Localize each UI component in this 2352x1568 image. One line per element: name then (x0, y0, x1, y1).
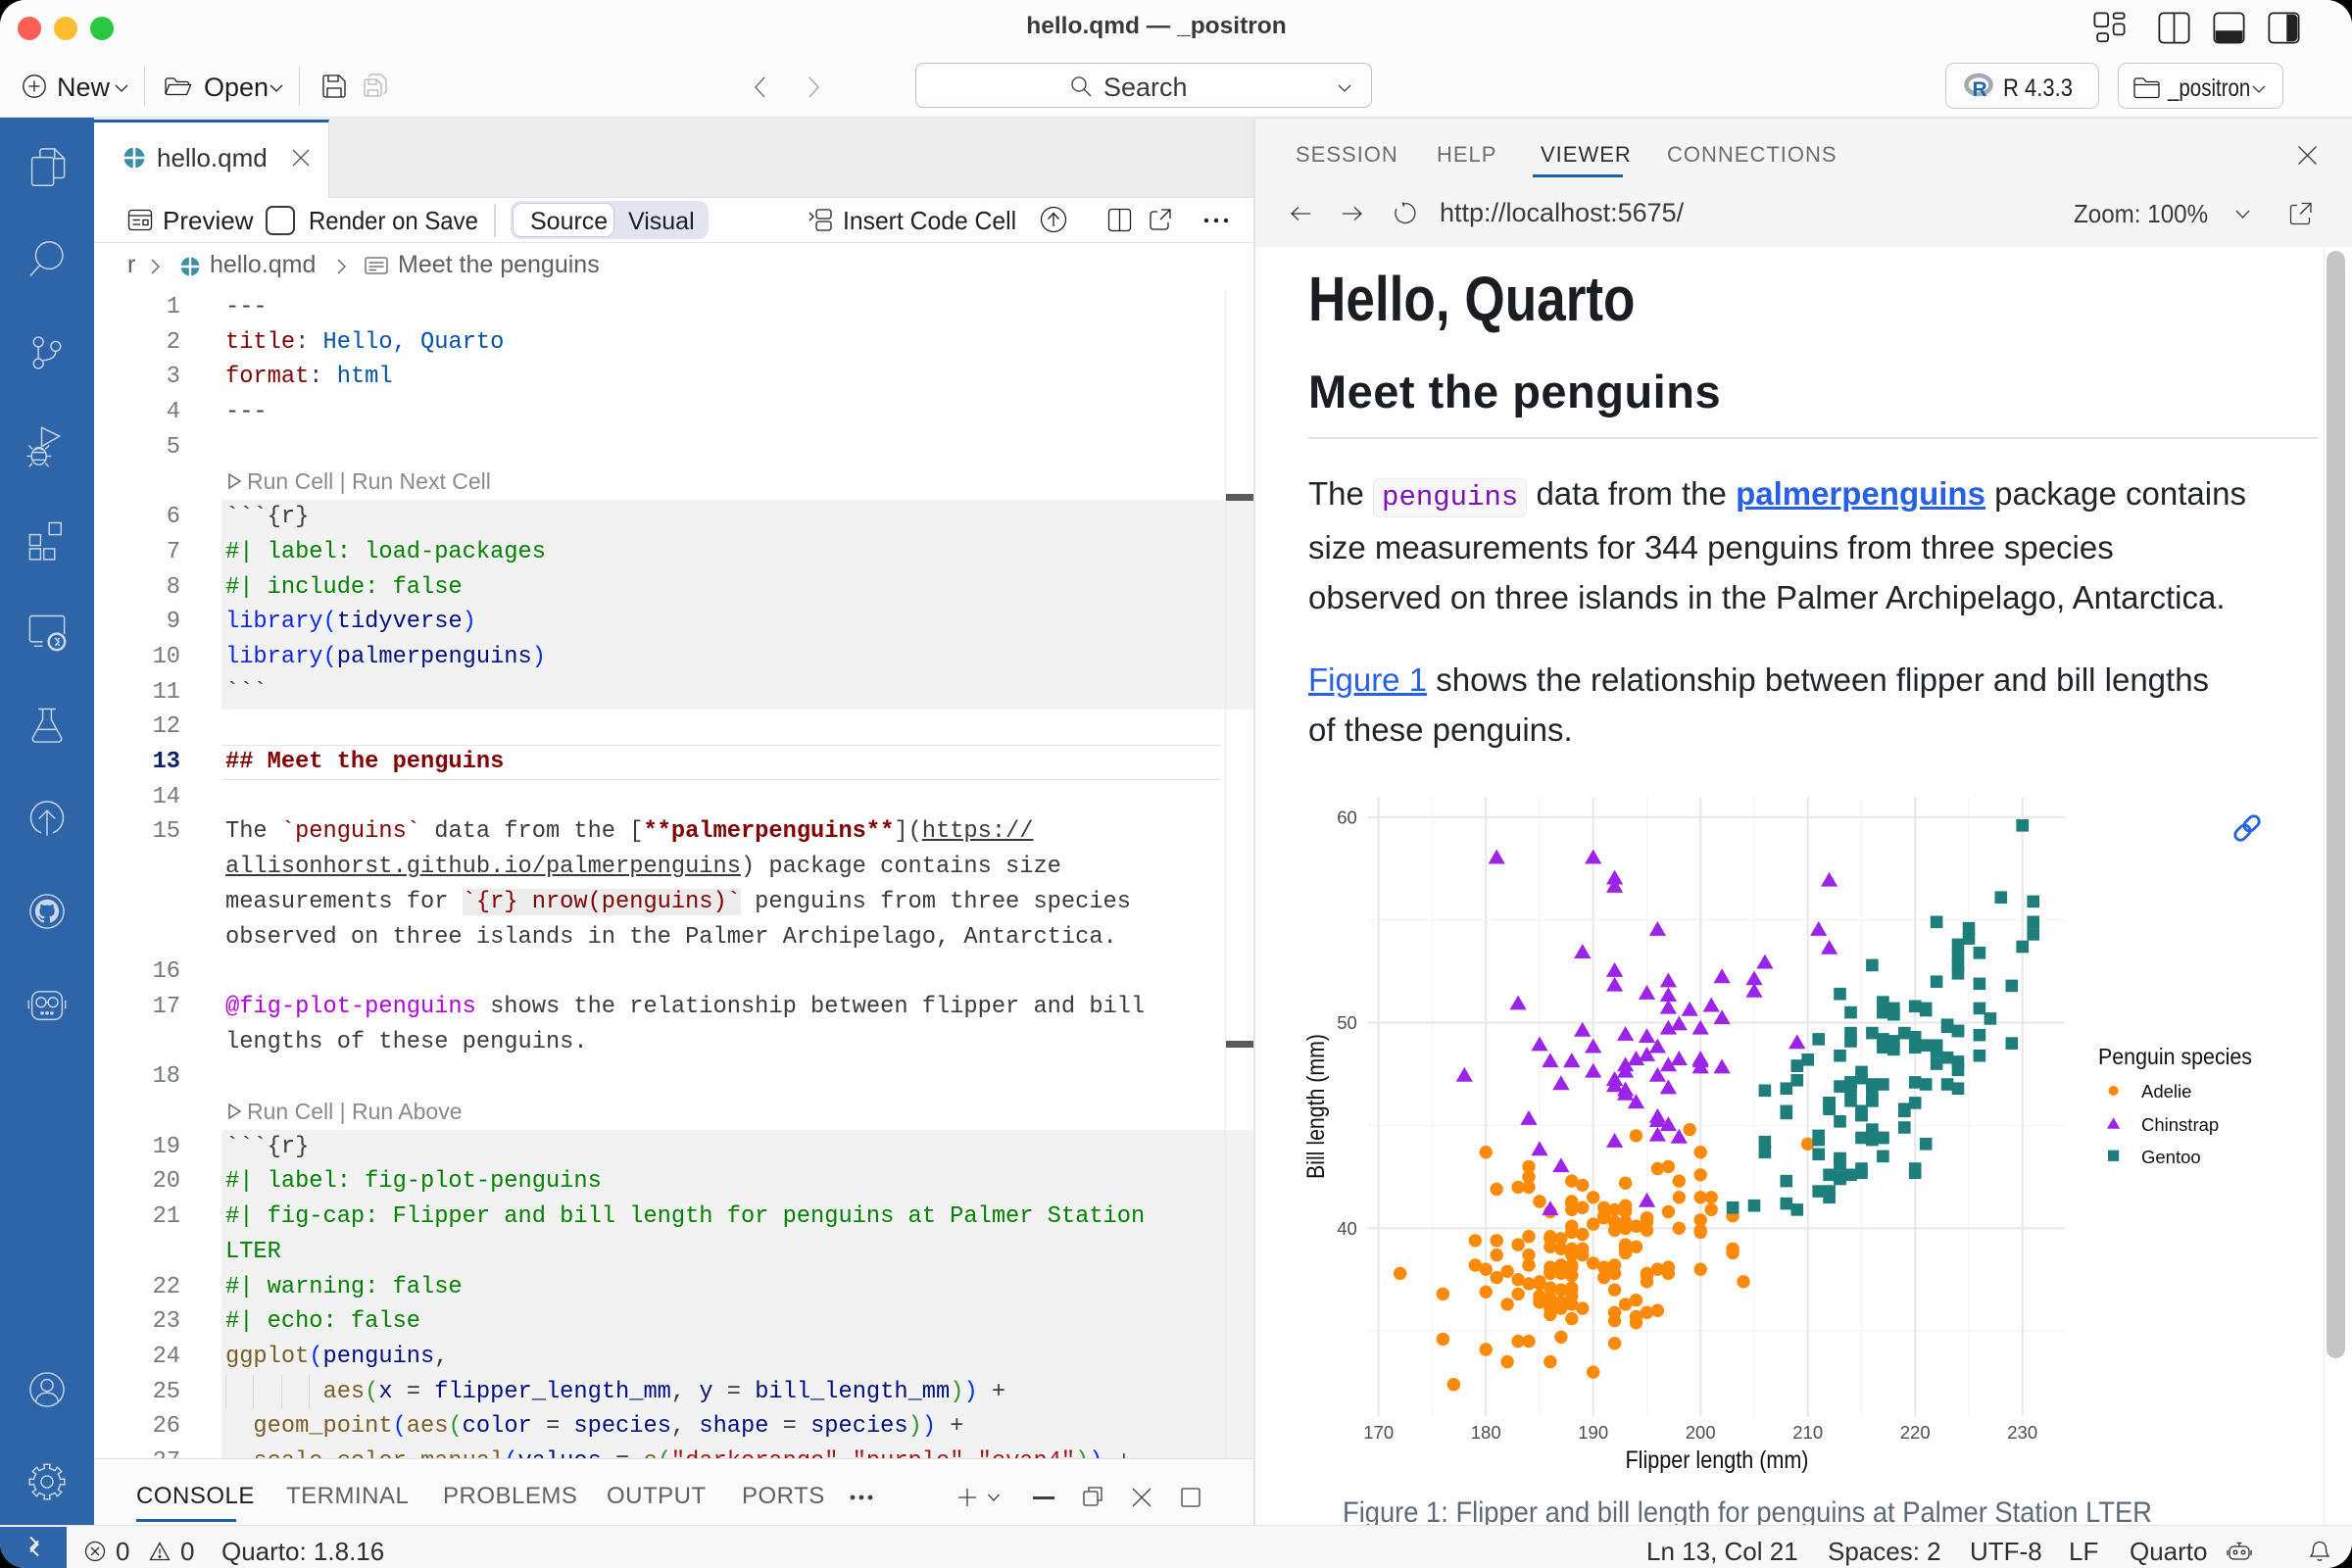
svg-text:Adelie: Adelie (2141, 1081, 2191, 1102)
svg-text:180: 180 (1471, 1422, 1501, 1443)
svg-text:60: 60 (1337, 807, 1357, 827)
svg-text:Bill length (mm): Bill length (mm) (1302, 1034, 1330, 1179)
svg-text:Gentoo: Gentoo (2141, 1147, 2201, 1167)
svg-text:220: 220 (1900, 1422, 1931, 1443)
svg-text:200: 200 (1686, 1422, 1716, 1443)
svg-text:230: 230 (2007, 1422, 2037, 1443)
svg-text:50: 50 (1337, 1012, 1357, 1033)
svg-text:R: R (1973, 78, 1987, 98)
svg-text:Penguin species: Penguin species (2098, 1044, 2252, 1069)
svg-text:170: 170 (1363, 1422, 1394, 1443)
svg-text:Flipper length (mm): Flipper length (mm) (1626, 1446, 1809, 1474)
svg-text:210: 210 (1792, 1422, 1823, 1443)
svg-text:Chinstrap: Chinstrap (2141, 1114, 2219, 1135)
svg-text:40: 40 (1337, 1218, 1357, 1239)
svg-text:190: 190 (1578, 1422, 1608, 1443)
